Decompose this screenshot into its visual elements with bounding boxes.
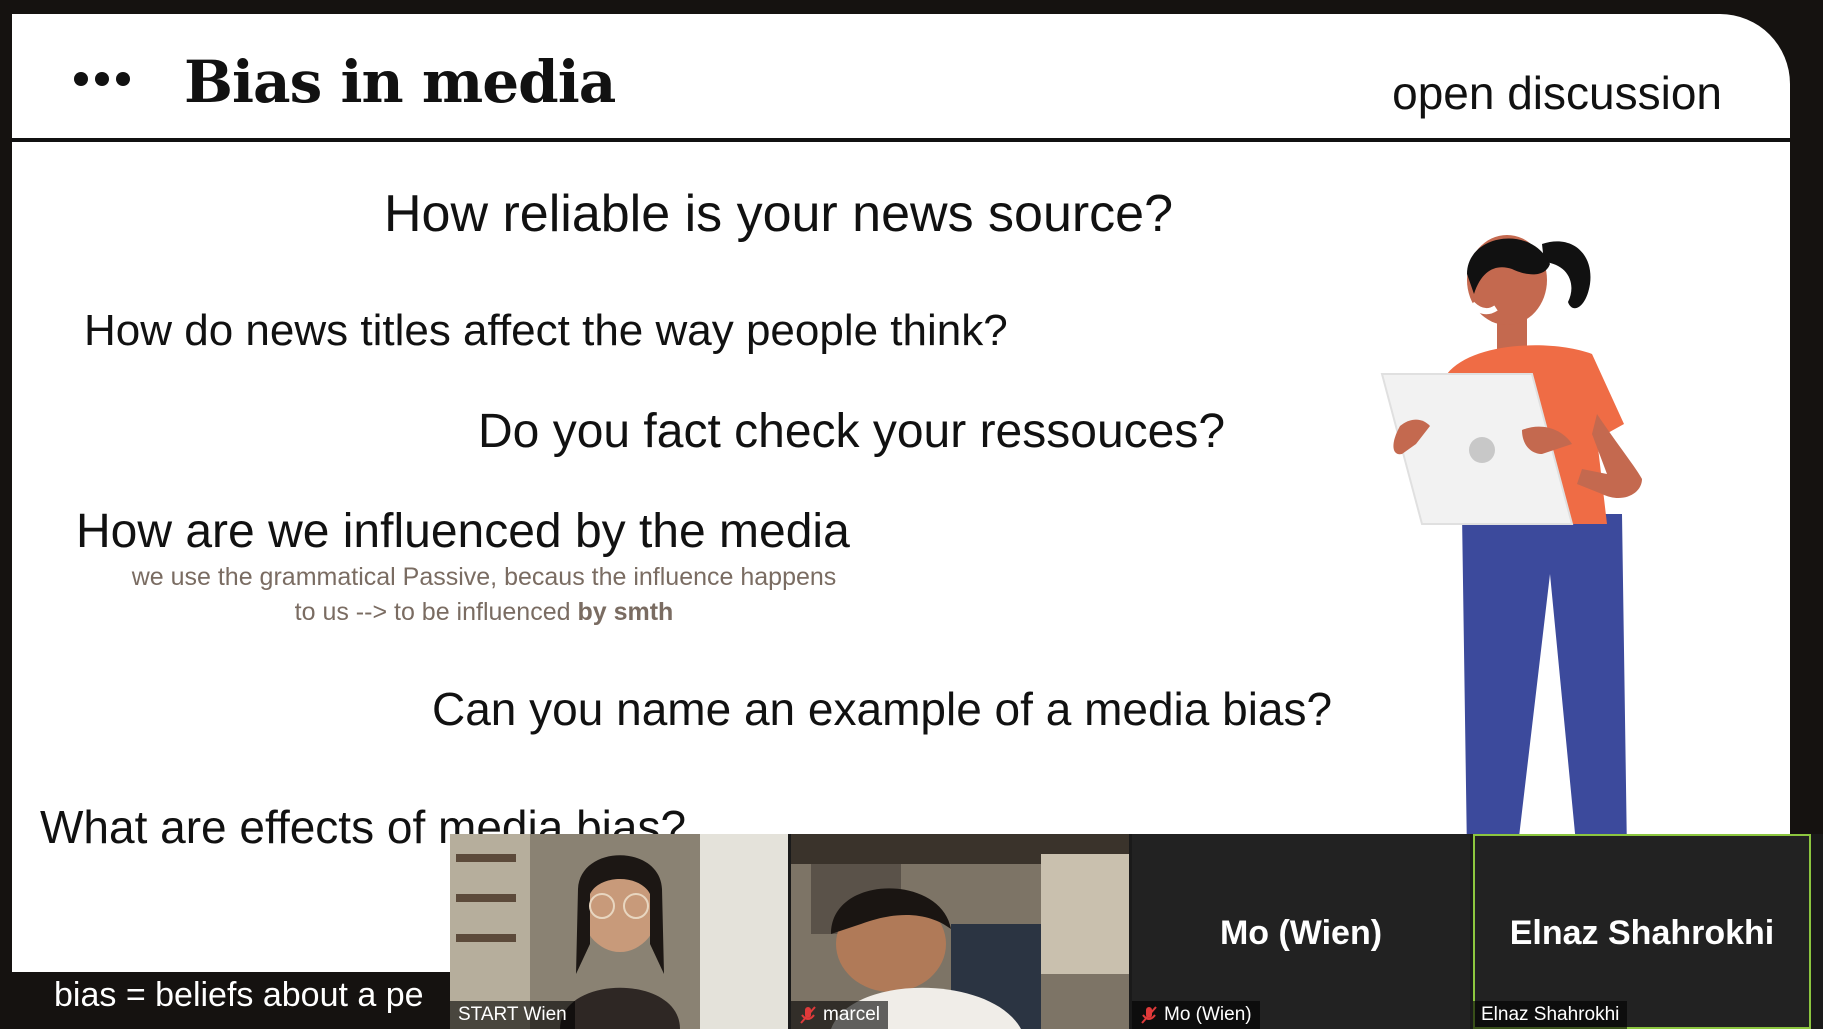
woman-with-tablet-illustration — [1380, 235, 1642, 854]
participant-name: START Wien — [458, 1004, 567, 1025]
muted-mic-icon — [1141, 1006, 1157, 1024]
note-line-2: to us --> to be influenced by smth — [84, 595, 884, 630]
note-line-2-text: to us --> to be influenced — [294, 598, 578, 626]
participant-name-label: Elnaz Shahrokhi — [1473, 1001, 1628, 1029]
participant-name-label: Mo (Wien) — [1132, 1001, 1260, 1029]
dot — [95, 72, 109, 86]
zoom-window: Bias in media open discussion How reliab… — [0, 0, 1823, 1029]
dot — [74, 72, 88, 86]
more-dots-icon[interactable] — [74, 64, 154, 94]
shared-slide: Bias in media open discussion How reliab… — [12, 14, 1790, 972]
note-line-1: we use the grammatical Passive, becaus t… — [131, 563, 837, 591]
participant-tile-elnaz-shahrokhi[interactable]: Elnaz Shahrokhi Elnaz Shahrokhi — [1473, 834, 1811, 1029]
slide-subtitle: open discussion — [1392, 67, 1722, 119]
question-example: Can you name an example of a media bias? — [432, 683, 1333, 735]
question-news-titles: How do news titles affect the way people… — [84, 306, 1008, 355]
participant-name: Mo (Wien) — [1164, 1004, 1252, 1025]
pants — [1462, 514, 1627, 854]
question-reliability: How reliable is your news source? — [384, 185, 1174, 243]
participant-tile-marcel[interactable]: marcel — [791, 834, 1129, 1029]
participant-video-strip: START Wien marcel Mo (Wien) Mo (Wien) El… — [450, 834, 1823, 1029]
participant-name-label: START Wien — [450, 1001, 575, 1029]
video-feed — [791, 834, 1129, 1029]
live-caption: bias = beliefs about a pe — [54, 976, 424, 1014]
muted-mic-icon — [800, 1006, 816, 1024]
question-influence: How are we influenced by the media — [76, 505, 850, 558]
participant-tile-mo-wien[interactable]: Mo (Wien) Mo (Wien) — [1132, 834, 1470, 1029]
participant-tile-start-wien[interactable]: START Wien — [450, 834, 788, 1029]
participant-name: marcel — [823, 1004, 881, 1025]
dot — [116, 72, 130, 86]
question-fact-check: Do you fact check your ressouces? — [478, 405, 1226, 458]
video-feed — [450, 834, 788, 1029]
header-divider — [12, 138, 1790, 142]
participant-name: Elnaz Shahrokhi — [1481, 1004, 1620, 1025]
tablet-camera — [1469, 437, 1495, 463]
participant-display-name: Elnaz Shahrokhi — [1509, 914, 1775, 952]
ponytail — [1542, 241, 1591, 309]
participant-display-name: Mo (Wien) — [1219, 914, 1383, 952]
participant-name-label: marcel — [791, 1001, 889, 1029]
note-line-2-bold: by smth — [577, 598, 674, 626]
slide-title: Bias in media — [184, 48, 616, 116]
grammar-note: we use the grammatical Passive, becaus t… — [84, 560, 884, 630]
